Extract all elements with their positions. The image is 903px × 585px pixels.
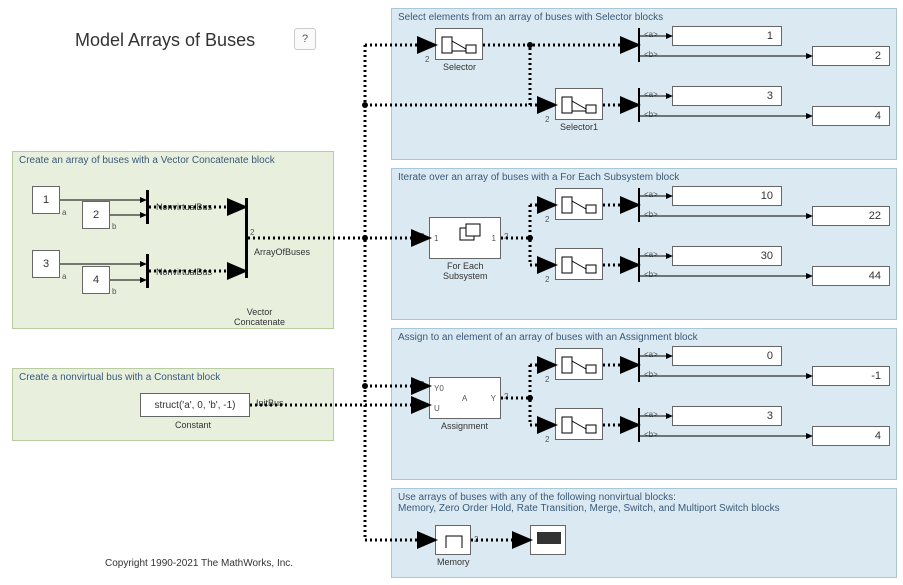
bus-selector[interactable] (638, 188, 640, 222)
sel-a: <a> (644, 350, 658, 359)
region-label: Create an array of buses with a Vector C… (19, 155, 275, 166)
display[interactable]: 10 (672, 186, 782, 206)
region-label: Use arrays of buses with any of the foll… (398, 492, 780, 514)
scope-block[interactable] (530, 525, 566, 555)
label-selector: Selector (443, 62, 476, 72)
port-b: b (112, 287, 116, 296)
display[interactable]: -1 (812, 366, 890, 386)
port-a: a (62, 208, 66, 217)
label-vector-concat: Vector Concatenate (234, 307, 285, 327)
sel-b: <b> (644, 430, 658, 439)
display[interactable]: 1 (672, 26, 782, 46)
constant-struct[interactable]: struct('a', 0, 'b', -1) (140, 393, 250, 417)
copyright: Copyright 1990-2021 The MathWorks, Inc. (105, 558, 293, 569)
region-label: Create a nonvirtual bus with a Constant … (19, 372, 220, 383)
port-a: a (62, 272, 66, 281)
label-foreach: For Each Subsystem (443, 261, 488, 281)
port-2: 2 (545, 435, 549, 444)
selector-as1[interactable] (555, 348, 603, 380)
display[interactable]: 30 (672, 246, 782, 266)
sel-b: <b> (644, 270, 658, 279)
bus-selector[interactable] (638, 408, 640, 442)
label-initbus: InitBus (256, 398, 284, 408)
display[interactable]: 3 (672, 86, 782, 106)
sel-b: <b> (644, 210, 658, 219)
display[interactable]: 0 (672, 346, 782, 366)
label-selector1: Selector1 (560, 122, 598, 132)
page-title: Model Arrays of Buses (75, 30, 255, 51)
port-2: 2 (425, 535, 429, 544)
port-2: 2 (545, 275, 549, 284)
display[interactable]: 22 (812, 206, 890, 226)
port-2: 2 (474, 535, 478, 544)
sel-a: <a> (644, 30, 658, 39)
bus-selector[interactable] (638, 248, 640, 282)
sel-a: <a> (644, 190, 658, 199)
foreach-subsystem[interactable]: 1 1 (429, 217, 501, 259)
bus-creator-2[interactable] (146, 254, 149, 288)
port-2: 2 (250, 228, 254, 237)
label-memory: Memory (437, 557, 470, 567)
port-2: 2 (425, 55, 429, 64)
label-assignment: Assignment (441, 421, 488, 431)
region-label: Select elements from an array of buses w… (398, 12, 663, 23)
sel-a: <a> (644, 410, 658, 419)
constant-3[interactable]: 3 (32, 250, 60, 278)
selector1-block[interactable] (555, 88, 603, 120)
region-create-array: Create an array of buses with a Vector C… (12, 151, 334, 329)
assignment-block[interactable]: Y0 U A Y (429, 377, 501, 419)
display[interactable]: 2 (812, 46, 890, 66)
sel-b: <b> (644, 50, 658, 59)
selector-as2[interactable] (555, 408, 603, 440)
region-label: Iterate over an array of buses with a Fo… (398, 172, 679, 183)
sel-b: <b> (644, 110, 658, 119)
constant-2[interactable]: 2 (82, 201, 110, 229)
port-2: 2 (504, 232, 508, 241)
port-2: 2 (545, 215, 549, 224)
help-button[interactable]: ? (294, 28, 316, 50)
display[interactable]: 44 (812, 266, 890, 286)
label-nonvirtualbus: NonvirtualBus (156, 267, 212, 277)
bus-creator-1[interactable] (146, 190, 149, 224)
memory-block[interactable] (435, 525, 471, 555)
port-2: 2 (504, 392, 508, 401)
port-2: 2 (545, 375, 549, 384)
label-constant: Constant (175, 420, 211, 430)
bus-selector[interactable] (638, 88, 640, 122)
sel-b: <b> (644, 370, 658, 379)
display[interactable]: 4 (812, 106, 890, 126)
bus-selector[interactable] (638, 28, 640, 62)
display[interactable]: 4 (812, 426, 890, 446)
sel-a: <a> (644, 90, 658, 99)
port-2: 2 (420, 380, 424, 389)
vector-concatenate[interactable] (245, 198, 248, 278)
bus-selector[interactable] (638, 348, 640, 382)
port-2: 2 (545, 115, 549, 124)
label-nonvirtualbus: NonvirtualBus (156, 202, 212, 212)
label-arrayofbuses: ArrayOfBuses (254, 247, 310, 257)
region-label: Assign to an element of an array of buse… (398, 332, 698, 343)
display[interactable]: 3 (672, 406, 782, 426)
port-b: b (112, 222, 116, 231)
port-2: 2 (420, 232, 424, 241)
constant-4[interactable]: 4 (82, 266, 110, 294)
constant-1[interactable]: 1 (32, 186, 60, 214)
selector-block[interactable] (435, 28, 483, 60)
selector-fe1[interactable] (555, 188, 603, 220)
sel-a: <a> (644, 250, 658, 259)
selector-fe2[interactable] (555, 248, 603, 280)
